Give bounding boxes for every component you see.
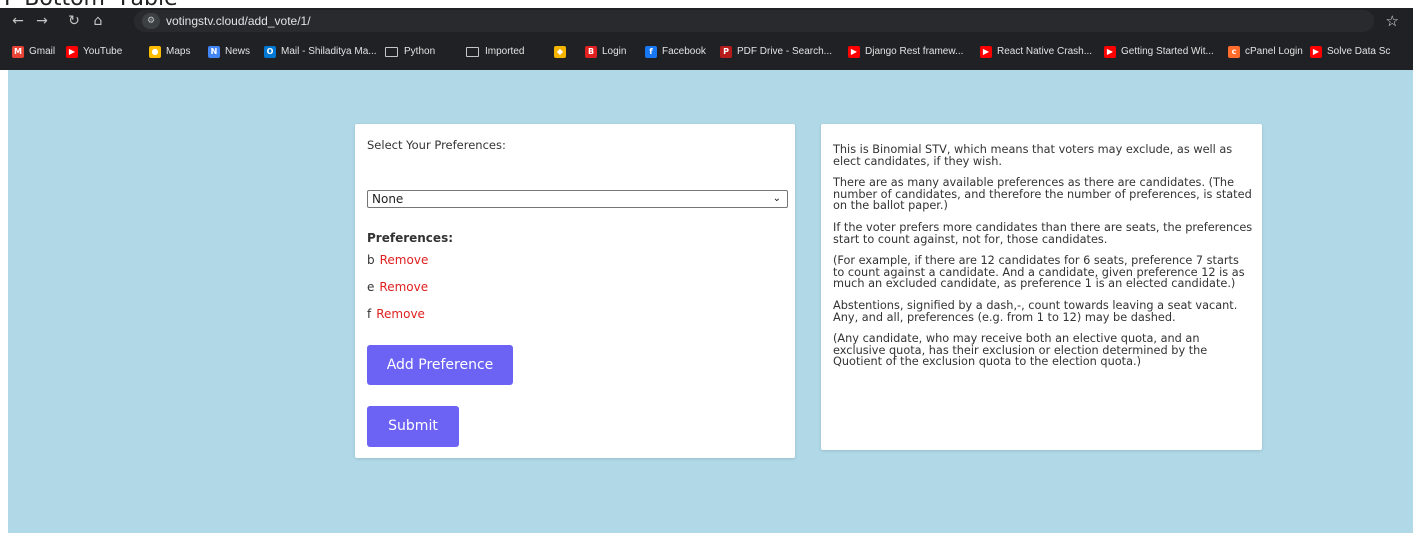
info-panel: This is Binomial STV, which means that v… [821,124,1262,450]
bookmark-item[interactable]: f Facebook [645,44,706,60]
preference-name: e [367,280,375,294]
select-label: Select Your Preferences: [367,138,506,152]
preference-name: b [367,253,375,267]
folder-icon [385,47,398,57]
bookmark-item[interactable]: ▶ Getting Started Wit... [1104,44,1214,60]
browser-toolbar: ← → ↻ ⌂ ⚙ votingstv.cloud/add_vote/1/ ☆ [0,8,1413,34]
forward-icon[interactable]: → [32,11,52,31]
top-cropped-strip: P Bottom- Fable [0,0,1413,8]
remove-link[interactable]: Remove [380,253,429,267]
bookmark-item[interactable]: ▶ Solve Data Sc [1310,44,1390,60]
pdf-drive-icon: P [720,46,732,58]
bookmark-label: PDF Drive - Search... [737,46,833,57]
remove-link[interactable]: Remove [379,280,428,294]
bookmark-label: News [225,46,251,57]
news-icon: N [208,46,220,58]
bookmark-item[interactable]: M Gmail [12,44,55,60]
extension-icon: ◆ [554,46,566,58]
bookmark-item[interactable]: Python [385,44,435,60]
bookmark-item[interactable]: P PDF Drive - Search... [720,44,832,60]
preferences-heading: Preferences: [367,231,454,245]
bookmark-label: Maps [166,46,191,57]
outlook-icon: O [264,46,276,58]
bookmark-label: Gmail [29,46,56,57]
preference-item: b Remove [367,253,428,267]
bookmark-item[interactable]: O Mail - Shiladitya Ma... [264,44,377,60]
bookmark-label: cPanel Login [1245,46,1303,57]
bookmark-star-icon[interactable]: ☆ [1386,11,1399,31]
site-info-icon[interactable]: ⚙ [142,13,160,29]
bookmark-label: Mail - Shiladitya Ma... [281,46,377,57]
back-icon[interactable]: ← [8,11,28,31]
youtube-icon: ▶ [1310,46,1322,58]
gmail-icon: M [12,46,24,58]
page-body: Select Your Preferences: None ⌄ Preferen… [8,70,1413,533]
info-paragraph: There are as many available preferences … [833,176,1252,213]
bookmark-label: Django Rest framew... [865,46,964,57]
preference-item: f Remove [367,307,425,321]
folder-icon [466,47,479,57]
bookmark-item[interactable]: ▶ Django Rest framew... [848,44,963,60]
youtube-icon: ▶ [848,46,860,58]
home-icon[interactable]: ⌂ [88,11,108,31]
facebook-icon: f [645,46,657,58]
info-paragraph: Abstentions, signified by a dash,-, coun… [833,298,1238,324]
info-paragraph: If the voter prefers more candidates tha… [833,220,1253,246]
preferences-form: Select Your Preferences: None ⌄ Preferen… [355,124,795,458]
address-bar[interactable]: ⚙ votingstv.cloud/add_vote/1/ [134,10,1374,32]
browser-chrome: ← → ↻ ⌂ ⚙ votingstv.cloud/add_vote/1/ ☆ … [0,8,1413,70]
bookmark-item[interactable]: c cPanel Login [1228,44,1303,60]
bookmark-item[interactable]: ▶ YouTube [66,44,122,60]
preference-item: e Remove [367,280,428,294]
bookmark-label: Python [404,46,436,57]
add-preference-button[interactable]: Add Preference [367,345,513,385]
youtube-icon: ▶ [1104,46,1116,58]
bookmark-item[interactable]: B Login [585,44,626,60]
bookmark-item[interactable]: ▶ React Native Crash... [980,44,1092,60]
preference-select[interactable]: None ⌄ [367,190,788,208]
preference-name: f [367,307,372,321]
bookmark-item[interactable]: N News [208,44,250,60]
cropped-text: P Bottom- Fable [4,0,178,8]
url-text: votingstv.cloud/add_vote/1/ [166,14,311,28]
select-value: None [372,192,404,206]
youtube-icon: ▶ [66,46,78,58]
bookmark-label: Facebook [662,46,706,57]
info-paragraph: (Any candidate, who may receive both an … [833,332,1208,369]
info-text: This is Binomial STV, which means that v… [833,144,1253,378]
bookmarks-bar: M Gmail ▶ YouTube ● Maps N News O Mail - Shiladit… [0,36,1413,68]
remove-link[interactable]: Remove [376,307,425,321]
bookmark-label: Login [602,46,627,57]
submit-button[interactable]: Submit [367,406,459,447]
info-paragraph: (For example, if there are 12 candidates… [833,254,1245,291]
bookmark-label: Solve Data Sc [1327,46,1391,57]
bookmark-item[interactable]: ● Maps [149,44,190,60]
info-paragraph: This is Binomial STV, which means that v… [833,143,1233,168]
b-icon: B [585,46,597,58]
chevron-down-icon: ⌄ [772,193,781,204]
bookmark-item[interactable]: Imported [466,44,524,60]
bookmark-item[interactable]: ◆ [554,44,571,60]
bookmark-label: React Native Crash... [997,46,1093,57]
reload-icon[interactable]: ↻ [64,11,84,31]
bookmark-label: Getting Started Wit... [1121,46,1214,57]
maps-icon: ● [149,46,161,58]
bookmark-label: YouTube [83,46,123,57]
youtube-icon: ▶ [980,46,992,58]
bookmark-label: Imported [485,46,525,57]
cpanel-icon: c [1228,46,1240,58]
